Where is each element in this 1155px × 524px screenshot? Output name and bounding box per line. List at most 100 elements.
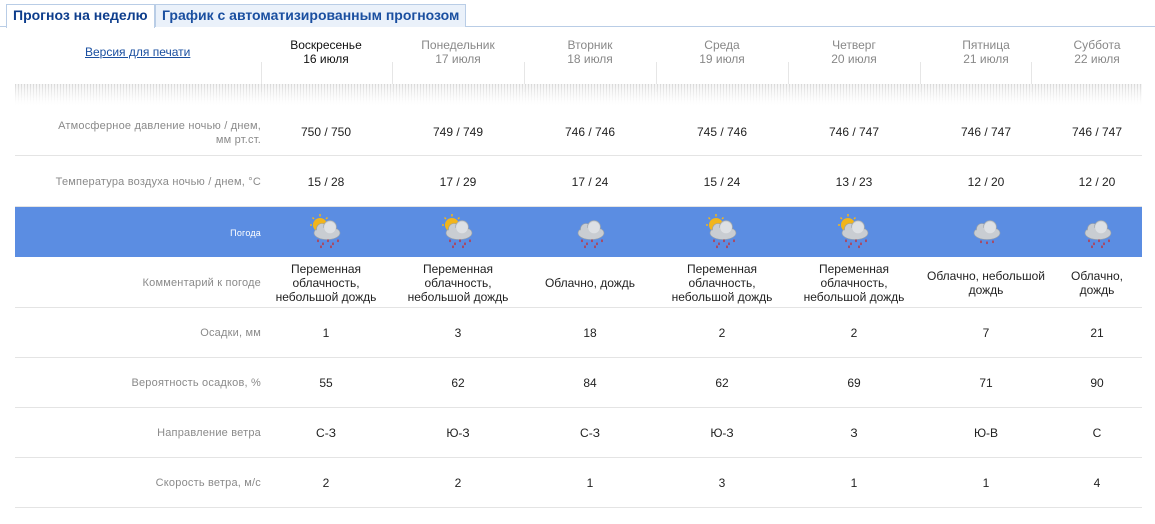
wind-direction-value: С-З <box>580 426 600 440</box>
weather-comment: Переменная облачность, небольшой дождь <box>792 262 917 304</box>
sun-cloud-rain-icon <box>835 213 873 251</box>
wind-speed-value: 1 <box>850 476 858 490</box>
day-date: 20 июля <box>831 52 877 66</box>
cloud-light-rain-icon <box>967 213 1005 251</box>
day-date: 17 июля <box>435 52 481 66</box>
weather-comment-line: Переменная <box>291 262 361 276</box>
temperature-value: 12 / 20 <box>1078 175 1116 189</box>
weather-comment-line: Облачно, небольшой <box>926 269 1045 283</box>
sun-cloud-rain-icon <box>439 213 477 251</box>
weather-comment-line: небольшой дождь <box>671 290 773 304</box>
pressure-label-line2: мм рт.ст. <box>215 134 261 146</box>
weather-comment-line: небольшой дождь <box>275 290 377 304</box>
wind-speed-value: 2 <box>454 476 462 490</box>
weather-row: Погода <box>15 207 1142 257</box>
weather-comment-line: небольшой дождь <box>407 290 509 304</box>
precipitation-value: 2 <box>850 326 858 340</box>
wind-direction-value: Ю-В <box>973 426 999 440</box>
ruler-fade <box>15 84 1142 106</box>
probability-label: Вероятность осадков, % <box>131 377 261 389</box>
temperature-row: Температура воздуха ночью / днем, °С 15 … <box>15 156 1142 207</box>
weather-comment-line: облачность, <box>292 276 360 290</box>
wind-speed-value: 1 <box>586 476 594 490</box>
wind-direction-value: С-З <box>316 426 336 440</box>
probability-value: 69 <box>847 376 861 390</box>
weather-comment: Переменная облачность, небольшой дождь <box>264 262 389 304</box>
pressure-value: 745 / 746 <box>696 125 748 139</box>
weather-comment-line: Переменная <box>819 262 889 276</box>
cloud-rain-icon <box>1078 213 1116 251</box>
day-date: 22 июля <box>1074 52 1120 66</box>
cloud-rain-icon <box>571 213 609 251</box>
wind-speed-row: Скорость ветра, м/с 2 2 1 3 1 1 4 <box>15 458 1142 508</box>
comment-label: Комментарий к погоде <box>142 277 261 289</box>
tab-automated-chart[interactable]: График с автоматизированным прогнозом <box>155 4 467 27</box>
day-header: Четверг 20 июля <box>789 38 919 66</box>
temperature-value: 12 / 20 <box>967 175 1005 189</box>
wind-speed-value: 1 <box>982 476 990 490</box>
wind-direction-label: Направление ветра <box>157 427 261 439</box>
wind-speed-label: Скорость ветра, м/с <box>155 477 261 489</box>
weather-comment-line: небольшой дождь <box>803 290 905 304</box>
wind-speed-value: 2 <box>322 476 330 490</box>
probability-value: 55 <box>319 376 333 390</box>
precipitation-label: Осадки, мм <box>200 327 261 339</box>
pressure-label: Атмосферное давление ночью / днем, мм рт… <box>15 119 261 147</box>
tab-weekly-forecast[interactable]: Прогноз на неделю <box>6 4 155 28</box>
probability-row: Вероятность осадков, % 55 62 84 62 69 71 90 <box>15 358 1142 408</box>
weather-comment: Переменная облачность, небольшой дождь <box>396 262 521 304</box>
probability-value: 62 <box>715 376 729 390</box>
weather-comment-line: дождь <box>968 283 1004 297</box>
probability-value: 90 <box>1090 376 1104 390</box>
wind-direction-value: Ю-З <box>446 426 470 440</box>
sun-cloud-rain-icon <box>307 213 345 251</box>
weather-comment-line: Переменная <box>687 262 757 276</box>
precipitation-row: Осадки, мм 1 3 18 2 2 7 21 <box>15 308 1142 358</box>
weather-comment: Облачно, дождь <box>1035 269 1155 297</box>
precipitation-value: 21 <box>1090 326 1104 340</box>
day-header: Среда 19 июля <box>657 38 787 66</box>
temperature-value: 15 / 28 <box>307 175 345 189</box>
day-date: 16 июля <box>303 52 349 66</box>
day-header: Воскресенье 16 июля <box>261 38 391 66</box>
day-header: Вторник 18 июля <box>525 38 655 66</box>
precipitation-value: 2 <box>718 326 726 340</box>
weather-comment-line: облачность, <box>688 276 756 290</box>
precipitation-value: 7 <box>982 326 990 340</box>
weather-comment: Облачно, дождь <box>528 276 653 290</box>
pressure-label-line1: Атмосферное давление ночью / днем, <box>58 120 261 132</box>
wind-direction-value: Ю-З <box>710 426 734 440</box>
probability-value: 71 <box>979 376 993 390</box>
pressure-row: Атмосферное давление ночью / днем, мм рт… <box>15 106 1142 156</box>
pressure-value: 746 / 747 <box>960 125 1012 139</box>
precipitation-value: 3 <box>454 326 462 340</box>
sun-cloud-rain-icon <box>703 213 741 251</box>
day-date: 18 июля <box>567 52 613 66</box>
weather-comment-line: Облачно, дождь <box>544 276 636 290</box>
precipitation-value: 1 <box>322 326 330 340</box>
wind-direction-value: З <box>850 426 858 440</box>
weather-comment-line: облачность, <box>820 276 888 290</box>
weather-comment-line: Переменная <box>423 262 493 276</box>
weather-comment: Облачно, небольшой дождь <box>924 269 1049 297</box>
day-name: Среда <box>704 38 740 52</box>
comment-row: Комментарий к погоде Переменная облачност… <box>15 257 1142 308</box>
wind-direction-row: Направление ветра С-З Ю-З С-З Ю-З З Ю-В С <box>15 408 1142 458</box>
temperature-label: Температура воздуха ночью / днем, °С <box>55 176 261 188</box>
pressure-value: 746 / 746 <box>564 125 616 139</box>
weather-label: Погода <box>230 228 261 238</box>
probability-value: 84 <box>583 376 597 390</box>
weather-comment-line: облачность, <box>424 276 492 290</box>
precipitation-value: 18 <box>583 326 597 340</box>
pressure-value: 746 / 747 <box>828 125 880 139</box>
wind-direction-value: С <box>1092 426 1102 440</box>
day-name: Понедельник <box>421 38 495 52</box>
temperature-value: 13 / 23 <box>835 175 873 189</box>
weather-comment-line: Облачно, <box>1071 269 1123 283</box>
tab-bar: Прогноз на неделю График с автоматизиров… <box>0 0 1155 28</box>
pressure-value: 746 / 747 <box>1071 125 1123 139</box>
weather-comment-line: дождь <box>1079 283 1115 297</box>
pressure-value: 749 / 749 <box>432 125 484 139</box>
day-name: Вторник <box>567 38 613 52</box>
print-version-link[interactable]: Версия для печати <box>85 45 190 59</box>
